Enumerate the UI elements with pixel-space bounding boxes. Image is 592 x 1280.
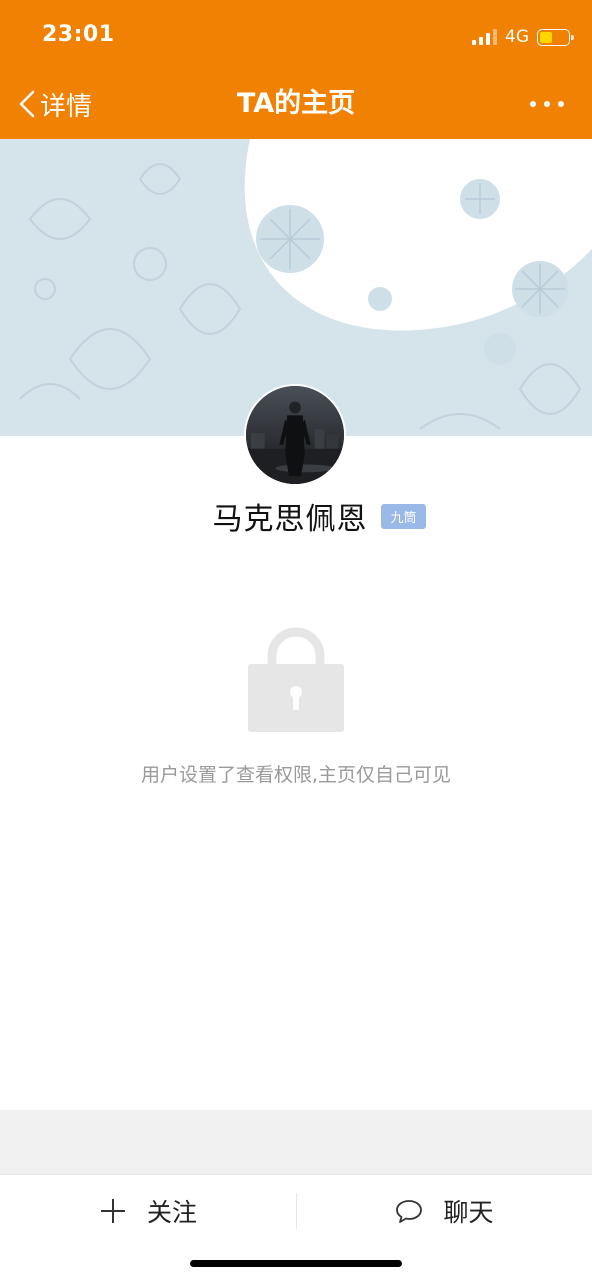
profile-name: 马克思佩恩 <box>212 502 368 537</box>
privacy-notice: 用户设置了查看权限,主页仅自己可见 <box>140 764 452 786</box>
plus-icon <box>100 1199 125 1223</box>
more-button[interactable] <box>530 92 564 116</box>
follow-button[interactable]: 关注 <box>0 1191 296 1231</box>
chat-button[interactable]: 聊天 <box>297 1191 592 1231</box>
battery-icon <box>537 28 574 46</box>
chevron-left-icon <box>19 90 35 118</box>
back-button[interactable]: 详情 <box>16 84 92 124</box>
level-badge: 九筒 <box>381 503 426 529</box>
home-indicator[interactable] <box>190 1260 402 1267</box>
section-divider <box>0 1110 592 1174</box>
signal-icon <box>472 29 497 45</box>
chat-bubble-icon <box>396 1200 423 1223</box>
status-time: 23:01 <box>42 22 115 47</box>
follow-label: 关注 <box>146 1198 197 1227</box>
back-label: 详情 <box>40 91 93 122</box>
header: 23:01 4G 详情 TA的主页 <box>0 0 592 139</box>
network-type: 4G <box>505 27 529 47</box>
chat-label: 聊天 <box>443 1198 494 1227</box>
lock-icon <box>248 626 344 732</box>
battery-level <box>540 31 553 43</box>
profile-page: 23:01 4G 详情 TA的主页 马克思佩恩 九筒 用户设置了查看权限,主页仅… <box>0 0 592 1280</box>
avatar[interactable] <box>244 384 346 486</box>
profile-name-row: 马克思佩恩 九筒 <box>0 496 592 537</box>
status-indicators: 4G <box>472 24 574 50</box>
more-icon <box>530 101 536 107</box>
